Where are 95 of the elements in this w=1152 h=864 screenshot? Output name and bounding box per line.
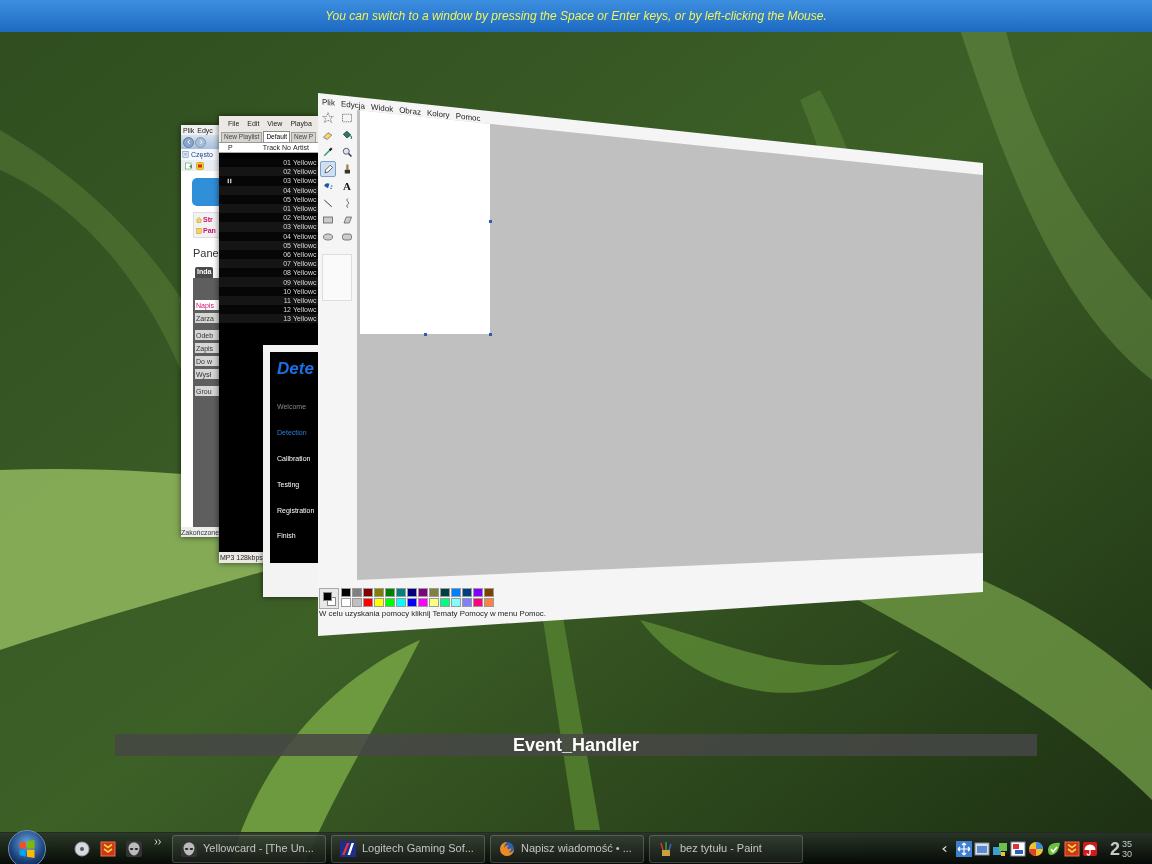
color-swatch-icon[interactable] [341, 588, 351, 597]
polygon-icon [341, 214, 353, 226]
download-arrows-icon[interactable] [100, 840, 116, 857]
color-swatch-icon[interactable] [418, 588, 428, 597]
double-chevron-icon[interactable] [154, 838, 162, 846]
color-swatch-icon[interactable] [462, 598, 472, 607]
menu-item[interactable]: Pomoc [455, 111, 481, 123]
wizard-title: Dete [277, 360, 314, 377]
rounded-rectangle-icon [341, 231, 353, 243]
color-swatch-icon[interactable] [363, 598, 373, 607]
menu-item[interactable]: Kolory [426, 108, 450, 120]
color-swatch-icon[interactable] [429, 588, 439, 597]
color-swatch-icon[interactable] [341, 598, 351, 607]
resize-handle[interactable] [489, 333, 492, 336]
taskbar-button[interactable]: Logitech Gaming Sof... [331, 834, 485, 863]
spray-can-icon [322, 180, 334, 192]
menu-item[interactable]: Obraz [399, 106, 421, 117]
color-swatch-icon[interactable] [484, 588, 494, 597]
tool-button[interactable]: A [339, 178, 355, 194]
menu-item[interactable]: Widok [370, 103, 394, 114]
color-swatch-icon[interactable] [374, 588, 384, 597]
window-icon[interactable] [973, 840, 990, 857]
color-swatch-icon[interactable] [429, 598, 439, 607]
color-swatch-icon[interactable] [396, 598, 406, 607]
dashed-star-icon [322, 112, 334, 124]
forward-button[interactable] [195, 136, 206, 148]
color-swatch-icon[interactable] [396, 588, 406, 597]
color-swatch-icon[interactable] [385, 598, 395, 607]
color-swatch-icon[interactable] [418, 598, 428, 607]
flag-icon [17, 838, 37, 859]
paint-bucket-icon [341, 129, 353, 141]
page-icon [182, 151, 189, 158]
badge-icon[interactable] [1009, 840, 1026, 857]
color-swatch-icon[interactable] [407, 588, 417, 597]
tile-icon[interactable] [196, 161, 204, 170]
color-swatch-icon[interactable] [363, 588, 373, 597]
eraser-icon [322, 129, 334, 141]
line-icon [322, 197, 334, 209]
ball-icon[interactable] [1027, 840, 1044, 857]
move-arrows-icon[interactable] [955, 840, 972, 857]
eyedropper-icon [322, 146, 334, 158]
color-swatch-icon[interactable] [462, 588, 472, 597]
menu-item[interactable]: Edycja [340, 99, 365, 111]
start-button[interactable] [8, 829, 46, 864]
umbrella-icon[interactable] [1081, 840, 1098, 857]
color-swatch-icon[interactable] [385, 588, 395, 597]
download-arrows-icon[interactable] [1063, 840, 1080, 857]
color-swatch-icon[interactable] [352, 588, 362, 597]
dashed-rectangle-icon [341, 112, 353, 124]
pencil-icon [322, 163, 334, 175]
color-swatch-icon[interactable] [473, 588, 483, 597]
color-swatch-icon[interactable] [407, 598, 417, 607]
arrow-right-icon [197, 139, 204, 145]
clock-minute: 35 [1122, 838, 1132, 849]
leaf-check-icon[interactable] [1045, 840, 1062, 857]
menu-item[interactable]: Plik [322, 97, 335, 108]
resize-handle[interactable] [424, 333, 427, 336]
color-swatch-icon[interactable] [484, 598, 494, 607]
color-swatch-icon[interactable] [440, 598, 450, 607]
striped-tile-icon [340, 840, 356, 857]
alien-head-icon [181, 840, 197, 857]
chevron-left-icon[interactable] [940, 843, 948, 854]
window-title: Event_Handler [512, 736, 639, 754]
magnifier-icon [341, 146, 353, 158]
color-swatch-icon[interactable] [473, 598, 483, 607]
back-button[interactable] [183, 136, 194, 148]
page-icon [196, 227, 202, 234]
globe-icon [499, 840, 515, 857]
arrow-left-icon [185, 139, 192, 145]
clock-second: 30 [1122, 848, 1132, 859]
background-color-swatch-icon[interactable] [327, 597, 336, 606]
color-swatch-icon[interactable] [451, 598, 461, 607]
hint-text: You can switch to a window by pressing the Space or Enter keys, or by left-clicking the Mouse. [325, 10, 827, 22]
color-swatch-icon[interactable] [451, 588, 461, 597]
header-banner [192, 178, 220, 206]
color-swatch-icon[interactable] [352, 598, 362, 607]
tool-options-panel [322, 254, 352, 301]
alien-head-icon[interactable] [126, 840, 142, 857]
brushes-icon [658, 840, 674, 857]
panel-heading: Pane [193, 248, 220, 259]
taskbar-button[interactable]: Napisz wiadomość • ... [490, 834, 644, 863]
tool-button[interactable] [320, 161, 336, 177]
ellipse-icon [322, 231, 334, 243]
resize-handle[interactable] [489, 220, 492, 223]
disc-icon[interactable] [74, 840, 90, 857]
taskbar-button[interactable]: Yellowcard - [The Un... [172, 834, 326, 863]
foreground-color-swatch-icon[interactable] [323, 592, 332, 601]
squares-icon[interactable] [991, 840, 1008, 857]
color-swatch-icon[interactable] [374, 598, 384, 607]
rectangle-icon [322, 214, 334, 226]
color-swatch-icon[interactable] [440, 588, 450, 597]
clock-hour: 2 [1109, 839, 1120, 858]
house-icon [196, 216, 202, 223]
pause-icon [227, 177, 232, 184]
taskbar-button[interactable]: bez tytułu - Paint [649, 834, 803, 863]
